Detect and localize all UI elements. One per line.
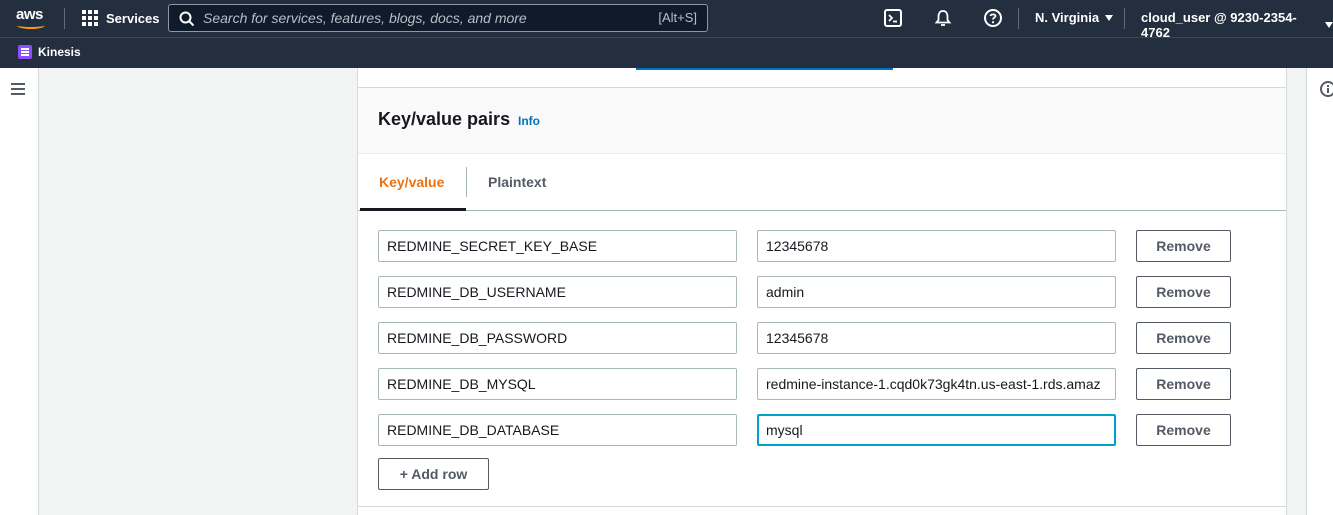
help-panel-rail xyxy=(1306,68,1333,515)
favorite-kinesis[interactable]: Kinesis xyxy=(18,45,81,59)
search-input[interactable] xyxy=(203,8,623,28)
remove-row-button[interactable]: Remove xyxy=(1136,414,1231,446)
search-icon xyxy=(179,11,195,27)
card-header: Key/value pairs Info xyxy=(358,88,1286,154)
account-label: cloud_user @ 9230-2354-4762 xyxy=(1141,10,1297,40)
selected-indicator xyxy=(636,68,893,70)
key-input[interactable] xyxy=(378,322,737,354)
remove-row-button[interactable]: Remove xyxy=(1136,368,1231,400)
kinesis-icon xyxy=(18,45,32,59)
tab-list: Key/value Plaintext xyxy=(358,154,1286,211)
grid-icon xyxy=(82,10,98,26)
key-input[interactable] xyxy=(378,276,737,308)
section-title: Key/value pairs xyxy=(378,109,511,129)
cloudshell-icon[interactable] xyxy=(883,8,903,28)
remove-row-button[interactable]: Remove xyxy=(1136,276,1231,308)
region-selector[interactable]: N. Virginia xyxy=(1035,10,1114,25)
value-input[interactable] xyxy=(757,322,1116,354)
region-label: N. Virginia xyxy=(1035,10,1100,25)
remove-row-button[interactable]: Remove xyxy=(1136,230,1231,262)
tab-key-value[interactable]: Key/value xyxy=(379,174,444,190)
value-input[interactable] xyxy=(757,368,1116,400)
key-input[interactable] xyxy=(378,368,737,400)
remove-row-button[interactable]: Remove xyxy=(1136,322,1231,354)
next-panel xyxy=(357,507,1287,515)
tab-divider xyxy=(466,167,467,197)
caret-down-icon xyxy=(1325,22,1333,28)
info-icon[interactable] xyxy=(1320,81,1333,97)
notifications-bell-icon[interactable] xyxy=(933,8,953,28)
nav-divider xyxy=(64,8,65,29)
key-input[interactable] xyxy=(378,230,737,262)
nav-divider xyxy=(1124,8,1125,29)
aws-smile-icon xyxy=(17,22,45,29)
aws-logo[interactable]: aws xyxy=(14,5,50,31)
previous-panel xyxy=(357,68,1287,87)
info-link[interactable]: Info xyxy=(518,114,540,128)
add-row-button[interactable]: + Add row xyxy=(378,458,489,490)
value-input[interactable] xyxy=(757,276,1116,308)
side-navigation-rail xyxy=(0,68,39,515)
menu-icon[interactable] xyxy=(11,83,25,95)
search-bar[interactable]: [Alt+S] xyxy=(168,4,708,32)
favorite-label: Kinesis xyxy=(38,45,81,59)
search-shortcut-hint: [Alt+S] xyxy=(658,10,697,25)
key-input[interactable] xyxy=(378,414,737,446)
services-menu-button[interactable]: Services xyxy=(82,10,160,26)
aws-logo-text: aws xyxy=(16,6,43,23)
value-input-focused[interactable] xyxy=(757,414,1116,446)
active-tab-indicator xyxy=(360,208,466,211)
help-icon[interactable] xyxy=(983,8,1003,28)
value-input[interactable] xyxy=(757,230,1116,262)
nav-divider xyxy=(1018,8,1019,29)
favorites-bar: Kinesis xyxy=(0,37,1333,68)
key-value-pairs-card: Key/value pairs Info Key/value Plaintext… xyxy=(357,87,1287,507)
account-menu[interactable]: cloud_user @ 9230-2354-4762 xyxy=(1141,10,1333,40)
caret-down-icon xyxy=(1105,14,1114,21)
services-label: Services xyxy=(106,10,160,26)
tab-plaintext[interactable]: Plaintext xyxy=(488,174,546,190)
top-navigation: aws Services [Alt+S] N. Virginia clou xyxy=(0,0,1333,40)
